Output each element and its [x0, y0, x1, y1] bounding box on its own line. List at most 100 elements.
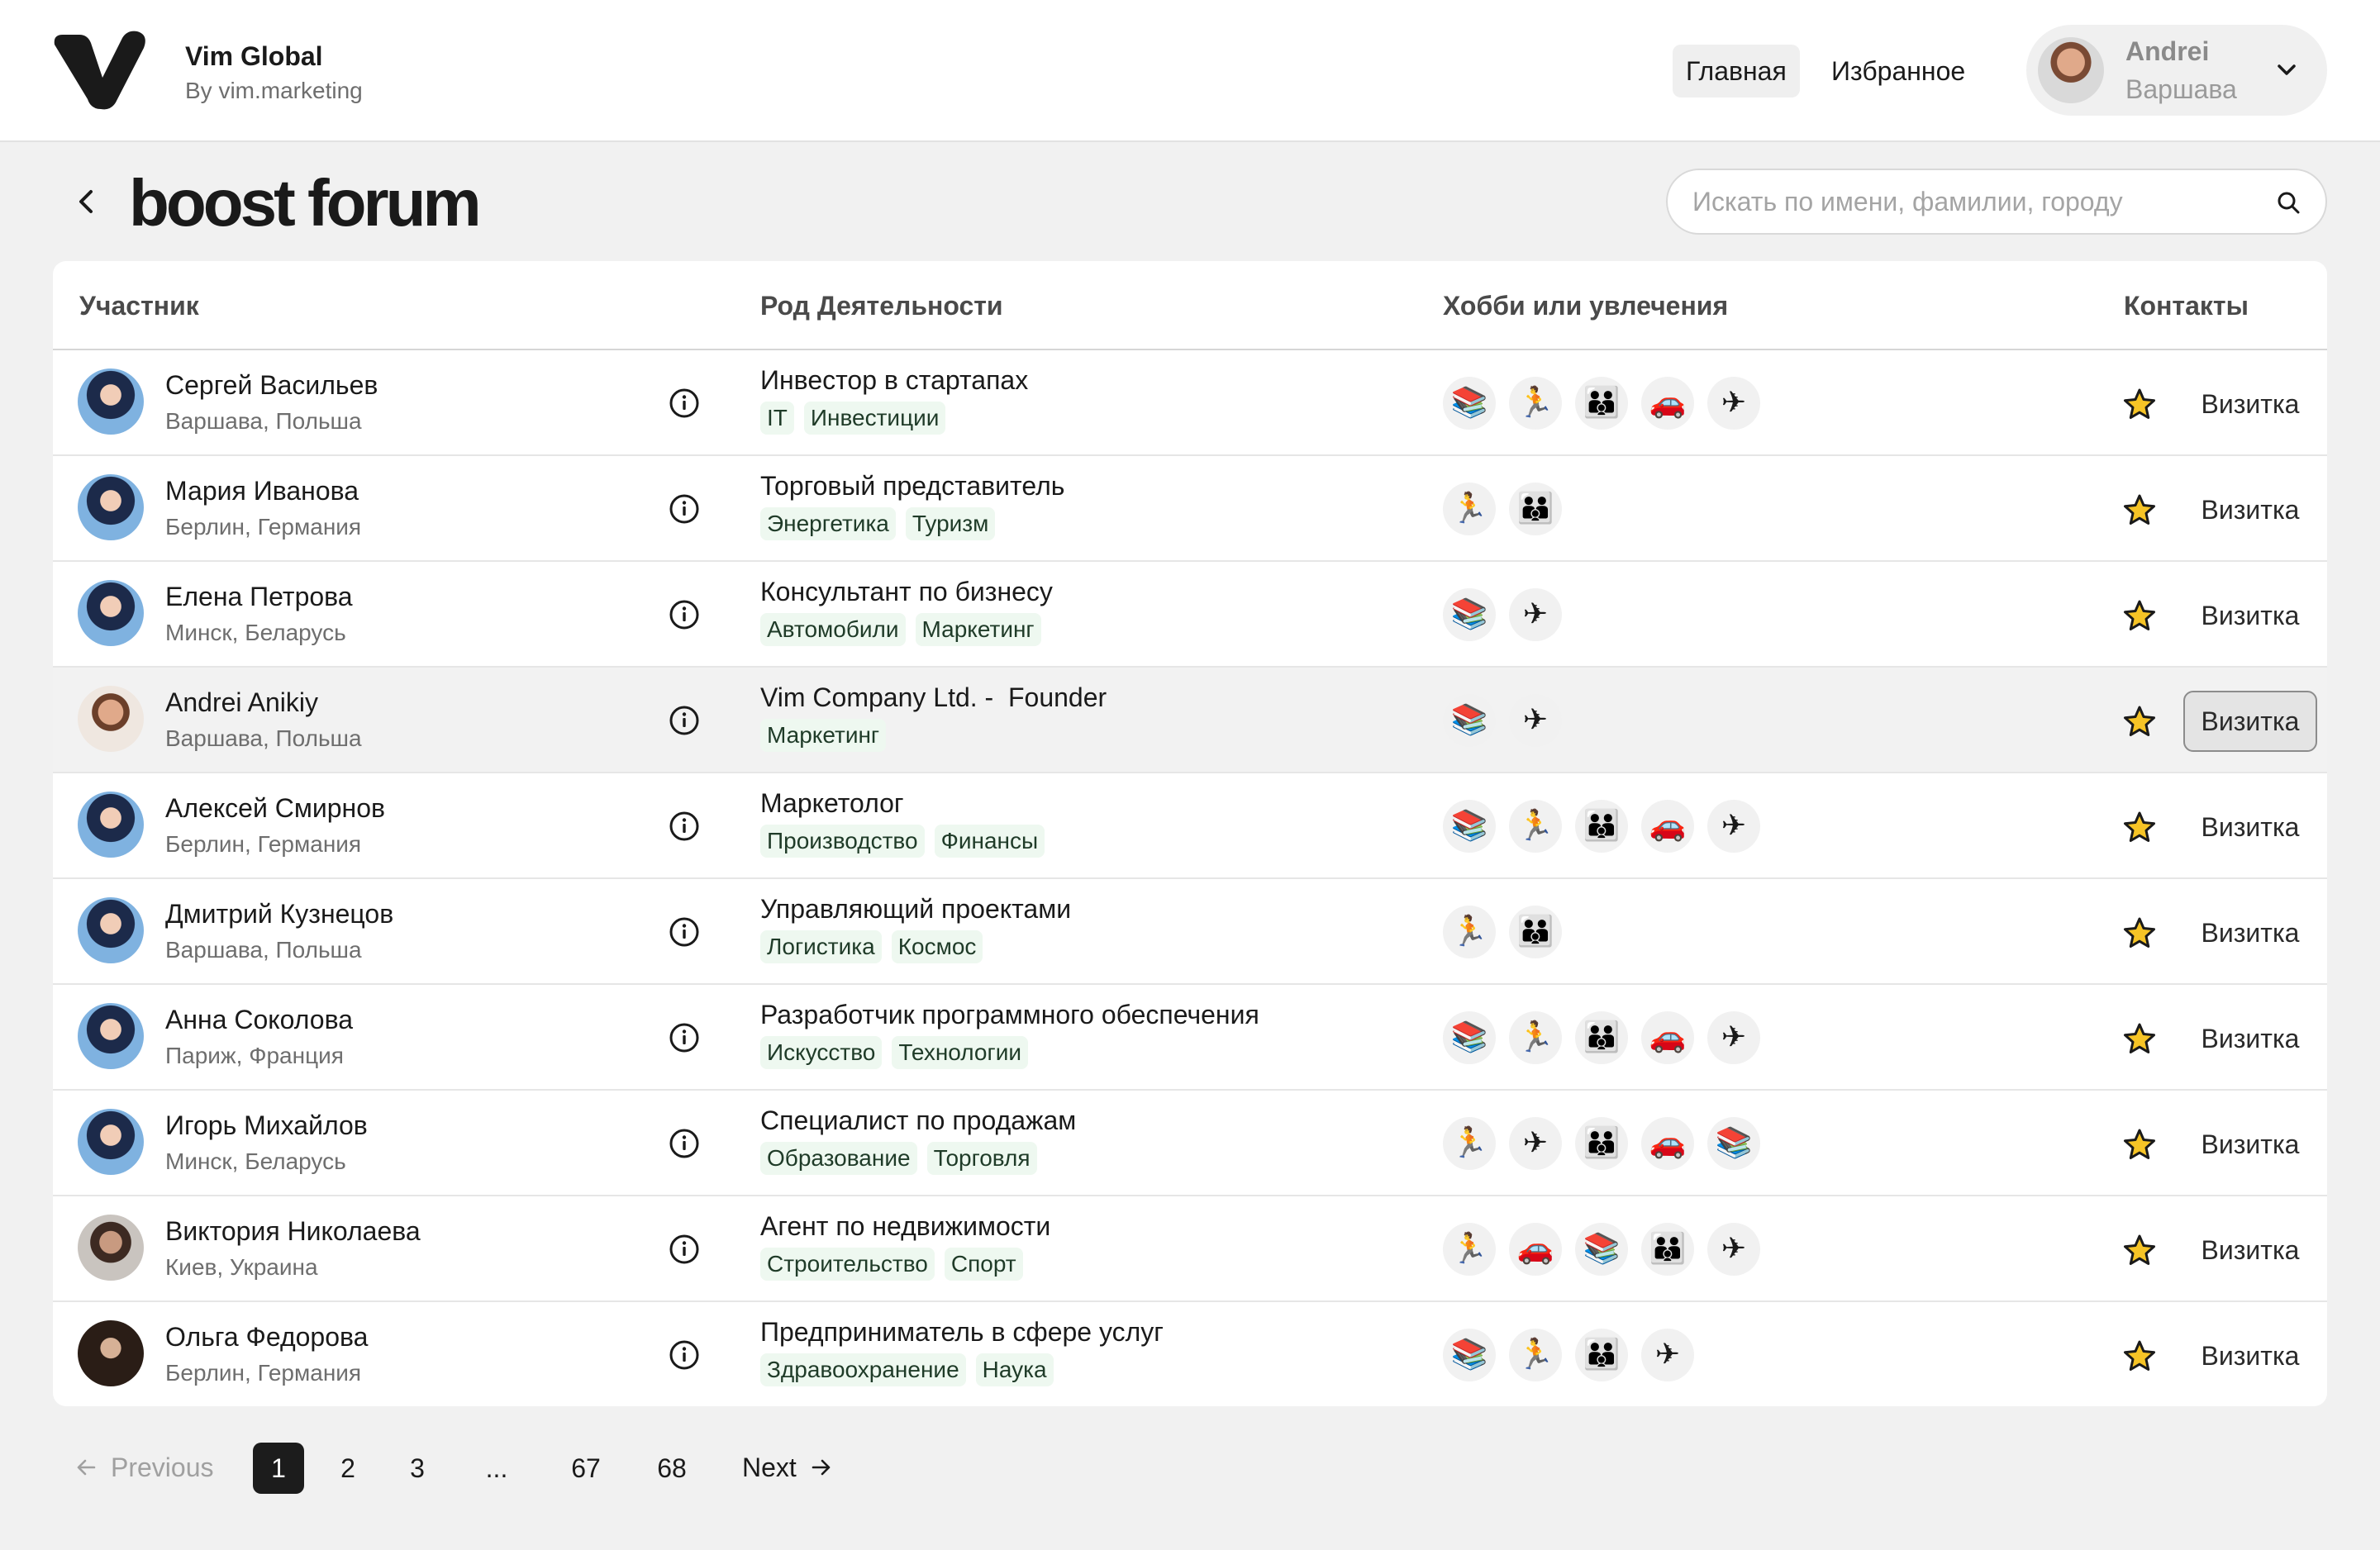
table-row[interactable]: Сергей Васильев Варшава, Польша Инвестор в…	[53, 350, 2327, 456]
table-row[interactable]: Мария Иванова Берлин, Германия Торговый пр…	[53, 456, 2327, 562]
participant-city: Варшава, Польша	[165, 408, 362, 434]
info-icon[interactable]	[668, 810, 701, 843]
business-card-button[interactable]: Визитка	[2183, 796, 2317, 858]
search-icon[interactable]	[2276, 190, 2301, 215]
star-icon[interactable]	[2122, 1338, 2157, 1373]
search-box[interactable]	[1666, 169, 2327, 235]
participant-name[interactable]: Игорь Михайлов	[165, 1110, 368, 1141]
page-title: boost forum	[129, 166, 482, 240]
previous-label: Previous	[111, 1453, 214, 1482]
business-card-button[interactable]: Визитка	[2183, 902, 2317, 963]
tag: Технологии	[892, 1036, 1028, 1069]
page-button[interactable]: 3	[392, 1443, 443, 1494]
plane-icon: ✈	[1707, 800, 1760, 853]
info-icon[interactable]	[668, 492, 701, 525]
avatar	[78, 792, 144, 858]
tag: Автомобили	[760, 613, 906, 646]
star-icon[interactable]	[2122, 598, 2157, 633]
table-row[interactable]: Виктория Николаева Киев, Украина Агент по …	[53, 1196, 2327, 1302]
participant-name[interactable]: Сергей Васильев	[165, 370, 378, 401]
business-card-button[interactable]: Визитка	[2183, 1325, 2317, 1386]
car-icon: 🚗	[1641, 1011, 1694, 1064]
star-icon[interactable]	[2122, 1233, 2157, 1267]
plane-icon: ✈	[1509, 694, 1562, 747]
participant-city: Берлин, Германия	[165, 831, 362, 857]
table-row[interactable]: Елена Петрова Минск, Беларусь Консультант …	[53, 562, 2327, 668]
info-icon[interactable]	[668, 387, 701, 420]
participant-name[interactable]: Анна Соколова	[165, 1005, 353, 1035]
page-button[interactable]: 2	[322, 1443, 374, 1494]
business-card-button[interactable]: Визитка	[2183, 585, 2317, 646]
participant-name[interactable]: Виктория Николаева	[165, 1216, 421, 1247]
hobbies-list: 📚 ✈	[1443, 588, 1562, 641]
tag: Наука	[975, 1353, 1054, 1386]
participant-name[interactable]: Алексей Смирнов	[165, 793, 385, 824]
family-icon: 👪	[1575, 1117, 1628, 1170]
nav-home[interactable]: Главная	[1673, 45, 1800, 97]
business-card-button[interactable]: Визитка	[2183, 479, 2317, 540]
star-icon[interactable]	[2122, 492, 2157, 527]
next-page-button[interactable]: Next	[742, 1444, 833, 1491]
nav-favorites[interactable]: Избранное	[1818, 45, 1978, 97]
participant-city: Варшава, Польша	[165, 937, 362, 963]
avatar	[78, 1320, 144, 1386]
participant-name[interactable]: Елена Петрова	[165, 582, 353, 612]
family-icon: 👪	[1575, 1329, 1628, 1381]
search-input[interactable]	[1692, 170, 2254, 233]
business-card-button[interactable]: Визитка	[2183, 1008, 2317, 1069]
table-row[interactable]: Игорь Михайлов Минск, Беларусь Специалист …	[53, 1091, 2327, 1196]
participant-name[interactable]: Ольга Федорова	[165, 1322, 368, 1353]
occupation: Специалист по продажам	[760, 1105, 1077, 1135]
plane-icon: ✈	[1509, 1117, 1562, 1170]
column-contacts: Контакты	[2124, 291, 2249, 321]
page-button[interactable]: 68	[646, 1443, 697, 1494]
tag: Логистика	[760, 930, 882, 963]
info-icon[interactable]	[668, 915, 701, 949]
occupation-tags: Образование Торговля	[760, 1142, 1037, 1175]
table-row[interactable]: Анна Соколова Париж, Франция Разработчик п…	[53, 985, 2327, 1091]
participant-name[interactable]: Andrei Anikiy	[165, 687, 318, 718]
star-icon[interactable]	[2122, 810, 2157, 844]
user-menu[interactable]: Andrei Варшава	[2026, 25, 2327, 116]
info-icon[interactable]	[668, 1021, 701, 1054]
info-icon[interactable]	[668, 704, 701, 737]
participant-city: Минск, Беларусь	[165, 1148, 346, 1174]
previous-page-button[interactable]: Previous	[74, 1444, 214, 1491]
star-icon[interactable]	[2122, 387, 2157, 421]
column-occupation: Род Деятельности	[760, 291, 1003, 321]
user-avatar	[2038, 37, 2104, 103]
table-header: Участник Род Деятельности Хобби или увле…	[53, 261, 2327, 350]
star-icon[interactable]	[2122, 704, 2157, 739]
back-arrow-icon[interactable]	[73, 185, 101, 218]
business-card-button[interactable]: Визитка	[2183, 1114, 2317, 1175]
info-icon[interactable]	[668, 1338, 701, 1372]
participant-name[interactable]: Дмитрий Кузнецов	[165, 899, 393, 930]
tag: Космос	[891, 930, 983, 963]
page-button[interactable]: 67	[560, 1443, 612, 1494]
page-button[interactable]: 1	[253, 1443, 304, 1494]
table-row[interactable]: Ольга Федорова Берлин, Германия Предприним…	[53, 1302, 2327, 1406]
plane-icon: ✈	[1509, 588, 1562, 641]
info-icon[interactable]	[668, 1233, 701, 1266]
star-icon[interactable]	[2122, 915, 2157, 950]
info-icon[interactable]	[668, 1127, 701, 1160]
star-icon[interactable]	[2122, 1127, 2157, 1162]
participants-table: Участник Род Деятельности Хобби или увле…	[53, 261, 2327, 1406]
vim-logo-icon[interactable]	[51, 30, 147, 111]
chevron-down-icon[interactable]	[2274, 58, 2299, 83]
table-row[interactable]: Алексей Смирнов Берлин, Германия Маркетоло…	[53, 773, 2327, 879]
business-card-button[interactable]: Визитка	[2183, 373, 2317, 435]
books-icon: 📚	[1575, 1223, 1628, 1276]
table-row[interactable]: Дмитрий Кузнецов Варшава, Польша Управляющ…	[53, 879, 2327, 985]
occupation: Vim Company Ltd. - Founder	[760, 682, 1107, 712]
occupation-tags: Автомобили Маркетинг	[760, 613, 1041, 646]
occupation-tags: Производство Финансы	[760, 825, 1045, 858]
participant-name[interactable]: Мария Иванова	[165, 476, 359, 506]
info-icon[interactable]	[668, 598, 701, 631]
table-row[interactable]: Andrei Anikiy Варшава, Польша Vim Company …	[53, 668, 2327, 773]
tag: Искусство	[760, 1036, 883, 1069]
business-card-button[interactable]: Визитка	[2183, 1220, 2317, 1281]
business-card-button[interactable]: Визитка	[2183, 691, 2317, 752]
star-icon[interactable]	[2122, 1021, 2157, 1056]
family-icon: 👪	[1509, 906, 1562, 958]
